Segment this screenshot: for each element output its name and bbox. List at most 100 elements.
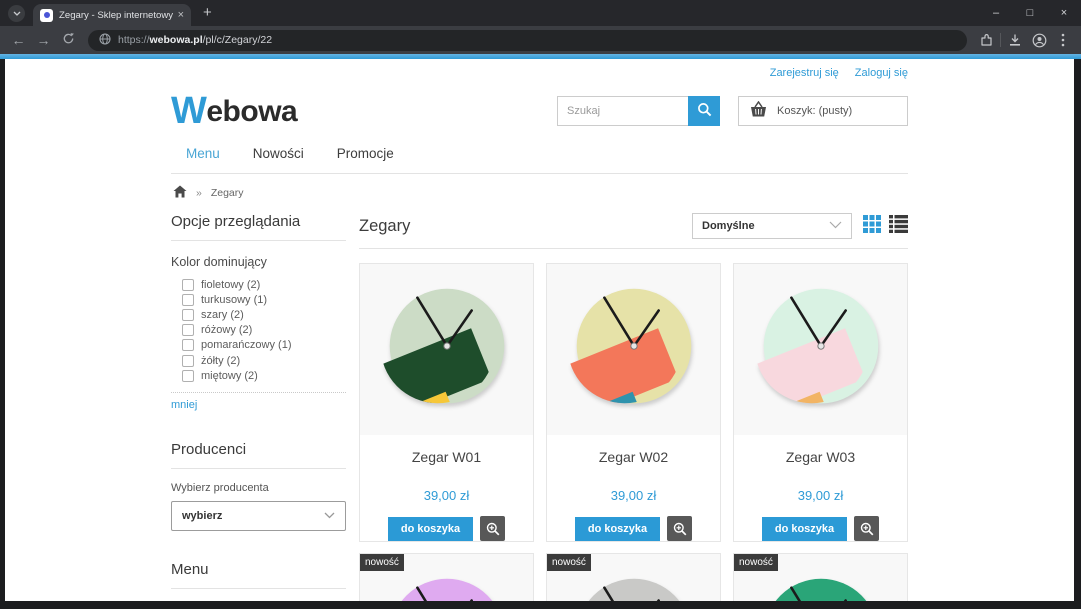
reload-icon[interactable] — [56, 32, 81, 48]
color-filter-item: szary (2) — [171, 307, 346, 322]
toolbar-divider — [1000, 33, 1001, 47]
chevron-down-icon — [324, 510, 335, 522]
search-input[interactable] — [557, 96, 688, 126]
producer-select-label: Wybierz producenta — [171, 482, 346, 494]
filter-divider — [171, 392, 346, 393]
sort-select-value: Domyślne — [702, 220, 755, 232]
logo-text: ebowa — [206, 95, 297, 128]
checkbox[interactable] — [182, 309, 194, 321]
tab-close-icon[interactable]: × — [178, 9, 184, 21]
basket-button[interactable]: Koszyk: (pusty) — [738, 96, 908, 126]
color-filter-item: pomarańczowy (1) — [171, 338, 346, 353]
minimize-button[interactable]: – — [979, 0, 1013, 26]
product-name[interactable]: Zegar W03 — [786, 449, 855, 465]
color-filter-label[interactable]: różowy (2) — [201, 324, 252, 336]
page-viewport: Zarejestruj się Zaloguj się Webowa Koszy… — [5, 59, 1074, 601]
back-icon[interactable]: ← — [6, 32, 31, 48]
color-filter-label[interactable]: szary (2) — [201, 309, 244, 321]
grid-view-icon[interactable] — [863, 215, 881, 238]
checkbox[interactable] — [182, 370, 194, 382]
quick-view-button[interactable] — [667, 516, 692, 541]
page-title: Zegary — [359, 217, 410, 236]
color-filter-label[interactable]: miętowy (2) — [201, 370, 258, 382]
close-button[interactable]: × — [1047, 0, 1081, 26]
color-filter-item: fioletowy (2) — [171, 277, 346, 292]
maximize-button[interactable]: □ — [1013, 0, 1047, 26]
breadcrumb-current: Zegary — [211, 187, 244, 199]
zoom-icon — [860, 522, 874, 536]
chevron-down-icon — [829, 220, 842, 232]
account-links: Zarejestruj się Zaloguj się — [171, 64, 908, 79]
browser-titlebar: Zegary - Sklep internetowy × + – □ × — [0, 0, 1081, 26]
sidebar-menu-title: Menu — [171, 561, 346, 589]
basket-label: Koszyk: (pusty) — [777, 105, 852, 117]
checkbox[interactable] — [182, 324, 194, 336]
add-to-cart-button[interactable]: do koszyka — [762, 517, 847, 541]
quick-view-button[interactable] — [854, 516, 879, 541]
forward-icon[interactable]: → — [31, 32, 56, 48]
menu-kebab-icon[interactable] — [1051, 33, 1075, 47]
color-filter-label[interactable]: fioletowy (2) — [201, 279, 260, 291]
producer-select-value: wybierz — [182, 510, 222, 522]
favicon-icon — [40, 9, 53, 22]
product-image-link[interactable] — [360, 264, 533, 435]
product-card: nowość do koszyka — [359, 553, 534, 601]
extensions-icon[interactable] — [974, 33, 998, 47]
url-text: https://webowa.pl/pl/c/Zegary/22 — [118, 34, 272, 46]
login-link[interactable]: Zaloguj się — [855, 67, 908, 79]
url-scheme: https:// — [118, 34, 150, 46]
browser-tab[interactable]: Zegary - Sklep internetowy × — [33, 4, 191, 26]
color-filter-label[interactable]: żółty (2) — [201, 355, 240, 367]
search-box — [557, 96, 720, 126]
color-filter-item: różowy (2) — [171, 323, 346, 338]
color-filter-item: turkusowy (1) — [171, 292, 346, 307]
producer-select[interactable]: wybierz — [171, 501, 346, 531]
nav-item-menu[interactable]: Menu — [186, 146, 220, 161]
add-to-cart-button[interactable]: do koszyka — [388, 517, 473, 541]
checkbox[interactable] — [182, 355, 194, 367]
list-view-icon[interactable] — [889, 215, 908, 238]
downloads-icon[interactable] — [1003, 33, 1027, 47]
search-button[interactable] — [688, 96, 720, 126]
producers-title: Producenci — [171, 441, 346, 469]
site-info-icon[interactable] — [99, 33, 111, 48]
product-card: Zegar W01 39,00 zł do koszyka — [359, 263, 534, 542]
show-less-link[interactable]: mniej — [171, 399, 346, 411]
product-name[interactable]: Zegar W01 — [412, 449, 481, 465]
product-grid: Zegar W01 39,00 zł do koszyka Zegar W02 39,… — [359, 263, 908, 601]
product-price: 39,00 zł — [611, 488, 657, 503]
url-bar[interactable]: https://webowa.pl/pl/c/Zegary/22 — [88, 30, 967, 51]
site-logo[interactable]: Webowa — [171, 92, 297, 130]
new-tab-button[interactable]: + — [203, 4, 212, 21]
search-icon — [697, 102, 712, 120]
color-filter-item: miętowy (2) — [171, 368, 346, 383]
filters-title: Opcje przeglądania — [171, 213, 346, 241]
nav-item-nowości[interactable]: Nowości — [253, 146, 304, 161]
url-domain: webowa.pl — [150, 34, 203, 46]
profile-icon[interactable] — [1027, 33, 1051, 48]
site-header: Webowa Koszyk: (pusty) — [171, 88, 908, 134]
clock-image — [742, 271, 900, 429]
product-card: Zegar W02 39,00 zł do koszyka — [546, 263, 721, 542]
product-price: 39,00 zł — [424, 488, 470, 503]
product-image-link[interactable] — [547, 264, 720, 435]
url-path: /pl/c/Zegary/22 — [203, 34, 272, 46]
home-icon[interactable] — [173, 185, 187, 201]
checkbox[interactable] — [182, 279, 194, 291]
nav-item-promocje[interactable]: Promocje — [337, 146, 394, 161]
register-link[interactable]: Zarejestruj się — [770, 67, 839, 79]
checkbox[interactable] — [182, 294, 194, 306]
product-name[interactable]: Zegar W02 — [599, 449, 668, 465]
add-to-cart-button[interactable]: do koszyka — [575, 517, 660, 541]
product-image-link[interactable] — [734, 264, 907, 435]
color-filter-list: fioletowy (2) turkusowy (1) szary (2) różow… — [171, 277, 346, 383]
sort-select[interactable]: Domyślne — [692, 213, 852, 239]
new-badge: nowość — [734, 554, 778, 571]
tab-search-button[interactable] — [8, 5, 25, 22]
color-filter-label[interactable]: turkusowy (1) — [201, 294, 267, 306]
quick-view-button[interactable] — [480, 516, 505, 541]
checkbox[interactable] — [182, 339, 194, 351]
basket-icon — [749, 101, 768, 121]
color-filter-label[interactable]: pomarańczowy (1) — [201, 339, 291, 351]
zoom-icon — [486, 522, 500, 536]
